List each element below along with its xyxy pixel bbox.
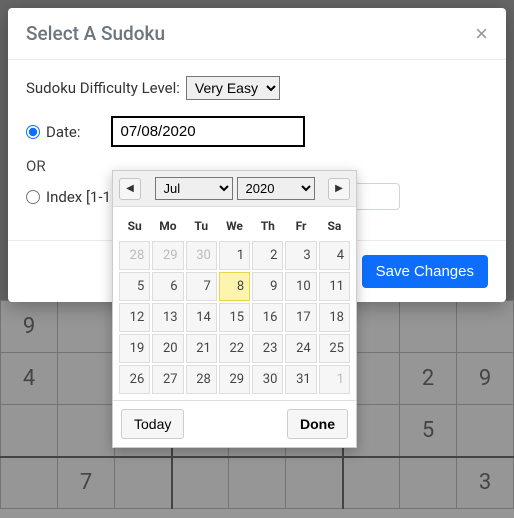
calendar-day[interactable]: 10 — [285, 272, 316, 301]
dow-header: Sa — [319, 213, 350, 239]
dow-header: Fr — [285, 213, 316, 239]
dow-header: We — [219, 213, 250, 239]
date-radio[interactable] — [26, 125, 40, 139]
modal-header: Select A Sudoku × — [8, 8, 506, 60]
calendar-day[interactable]: 16 — [252, 303, 283, 332]
calendar-day[interactable]: 26 — [119, 365, 150, 394]
difficulty-label: Sudoku Difficulty Level: — [26, 79, 180, 97]
month-select[interactable]: Jul — [155, 177, 233, 200]
difficulty-select[interactable]: Very Easy — [186, 76, 280, 100]
calendar-day[interactable]: 28 — [186, 365, 217, 394]
calendar-day[interactable]: 31 — [285, 365, 316, 394]
calendar-day[interactable]: 12 — [119, 303, 150, 332]
calendar-day[interactable]: 4 — [319, 241, 350, 270]
modal-title: Select A Sudoku — [26, 22, 165, 45]
calendar-day[interactable]: 5 — [119, 272, 150, 301]
calendar-day[interactable]: 1 — [319, 365, 350, 394]
calendar-day[interactable]: 29 — [152, 241, 183, 270]
index-input[interactable] — [350, 183, 400, 210]
dow-header: Su — [119, 213, 150, 239]
calendar-day[interactable]: 22 — [219, 334, 250, 363]
prev-month-icon[interactable]: ◀ — [119, 178, 141, 200]
calendar-day[interactable]: 28 — [119, 241, 150, 270]
calendar-day[interactable]: 30 — [252, 365, 283, 394]
calendar-day[interactable]: 25 — [319, 334, 350, 363]
calendar-day[interactable]: 17 — [285, 303, 316, 332]
today-button[interactable]: Today — [121, 409, 184, 439]
calendar-day[interactable]: 15 — [219, 303, 250, 332]
calendar-day[interactable]: 7 — [186, 272, 217, 301]
next-month-icon[interactable]: ▶ — [328, 178, 350, 200]
dow-header: Tu — [186, 213, 217, 239]
calendar-day[interactable]: 23 — [252, 334, 283, 363]
done-button[interactable]: Done — [287, 409, 348, 439]
date-input[interactable] — [111, 116, 305, 147]
calendar-day[interactable]: 24 — [285, 334, 316, 363]
calendar-day[interactable]: 6 — [152, 272, 183, 301]
save-changes-button[interactable]: Save Changes — [362, 255, 488, 288]
index-label: Index [1-15 — [46, 188, 119, 206]
index-radio[interactable] — [26, 190, 40, 204]
calendar-day[interactable]: 1 — [219, 241, 250, 270]
calendar-day[interactable]: 19 — [119, 334, 150, 363]
calendar-day[interactable]: 14 — [186, 303, 217, 332]
close-icon[interactable]: × — [475, 23, 488, 45]
date-label: Date: — [46, 123, 81, 141]
datepicker-popup: ◀ Jul 2020 ▶ SuMoTuWeThFrSa 282930123456… — [112, 170, 357, 448]
datepicker-header: ◀ Jul 2020 ▶ — [113, 171, 356, 207]
dow-header: Th — [252, 213, 283, 239]
calendar-day[interactable]: 11 — [319, 272, 350, 301]
calendar-day[interactable]: 13 — [152, 303, 183, 332]
calendar-day[interactable]: 30 — [186, 241, 217, 270]
calendar-day[interactable]: 20 — [152, 334, 183, 363]
calendar-day[interactable]: 21 — [186, 334, 217, 363]
calendar-day[interactable]: 27 — [152, 365, 183, 394]
calendar-day[interactable]: 18 — [319, 303, 350, 332]
datepicker-footer: Today Done — [113, 400, 356, 447]
calendar-day[interactable]: 2 — [252, 241, 283, 270]
calendar-grid: SuMoTuWeThFrSa 2829301234567891011121314… — [113, 207, 356, 400]
dow-header: Mo — [152, 213, 183, 239]
calendar-day[interactable]: 29 — [219, 365, 250, 394]
calendar-day[interactable]: 8 — [219, 272, 250, 301]
calendar-day[interactable]: 3 — [285, 241, 316, 270]
year-select[interactable]: 2020 — [237, 177, 315, 200]
calendar-day[interactable]: 9 — [252, 272, 283, 301]
